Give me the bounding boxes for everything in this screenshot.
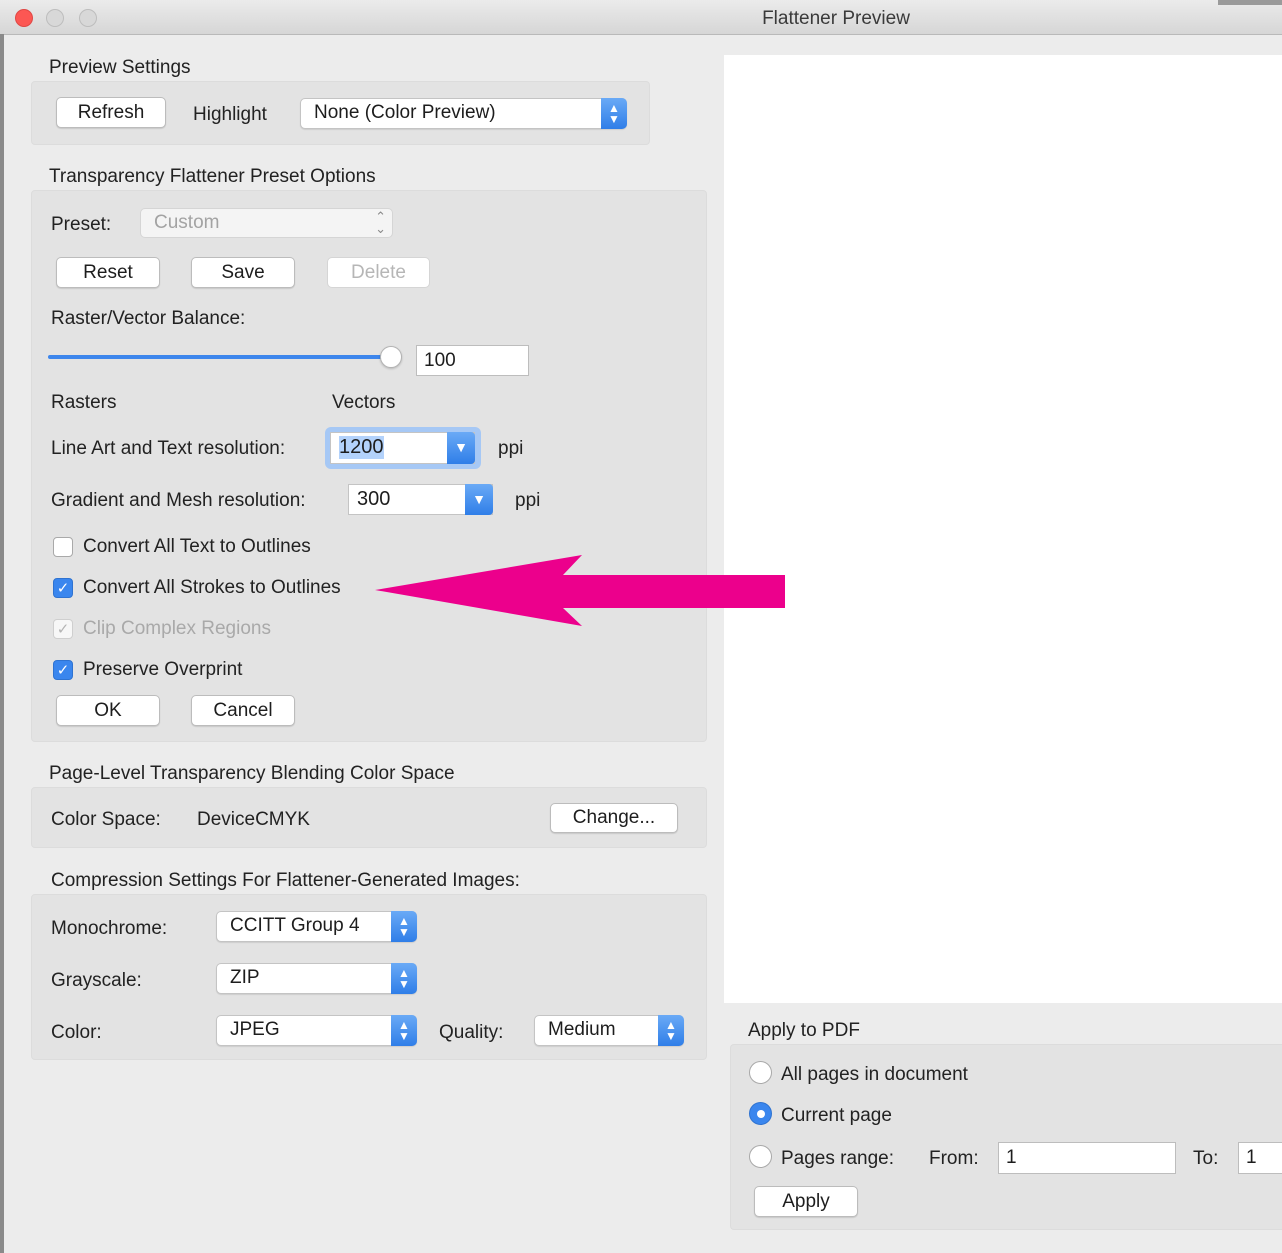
convert-strokes-label: Convert All Strokes to Outlines	[83, 577, 341, 598]
line-art-resolution-value: 1200	[339, 436, 384, 459]
color-compression-label: Color:	[51, 1022, 102, 1043]
preset-popup[interactable]: Custom ⌃ ⌄	[140, 208, 393, 238]
convert-text-label: Convert All Text to Outlines	[83, 536, 311, 557]
current-page-label: Current page	[781, 1105, 892, 1126]
monochrome-label: Monochrome:	[51, 918, 168, 939]
window-edge-strip	[1218, 0, 1282, 5]
chevron-down-icon[interactable]: ▼	[447, 432, 475, 464]
updown-chevron-icon: ▲ ▼	[658, 1015, 684, 1046]
convert-strokes-checkbox[interactable]: ✓	[53, 578, 73, 598]
from-page-value: 1	[1006, 1147, 1017, 1168]
grayscale-label: Grayscale:	[51, 970, 142, 991]
quality-value: Medium	[548, 1019, 616, 1040]
line-art-resolution-combo[interactable]: 1200 ▼	[330, 432, 475, 464]
pages-range-radio[interactable]	[749, 1145, 772, 1168]
all-pages-radio[interactable]	[749, 1061, 772, 1084]
checkmark-icon: ✓	[56, 662, 70, 679]
apply-button[interactable]: Apply	[754, 1186, 858, 1217]
monochrome-popup[interactable]: CCITT Group 4 ▲ ▼	[216, 911, 417, 942]
from-label: From:	[929, 1148, 979, 1169]
delete-button[interactable]: Delete	[327, 257, 430, 288]
preset-value: Custom	[154, 212, 220, 233]
checkmark-icon: ✓	[56, 580, 70, 597]
refresh-button[interactable]: Refresh	[56, 97, 166, 128]
preview-settings-title: Preview Settings	[49, 57, 191, 78]
to-label: To:	[1193, 1148, 1219, 1169]
preview-canvas[interactable]	[724, 55, 1282, 1003]
to-page-value: 1	[1246, 1147, 1257, 1168]
updown-chevron-icon: ▲ ▼	[391, 911, 417, 942]
highlight-label: Highlight	[193, 104, 267, 125]
from-page-field[interactable]: 1	[998, 1142, 1176, 1174]
clip-complex-checkbox[interactable]: ✓	[53, 619, 73, 639]
change-color-space-button[interactable]: Change...	[550, 803, 678, 833]
preset-options-title: Transparency Flattener Preset Options	[49, 166, 376, 187]
balance-value: 100	[424, 350, 456, 371]
clip-complex-label: Clip Complex Regions	[83, 618, 271, 639]
vectors-label: Vectors	[332, 392, 396, 413]
updown-chevron-icon: ▲ ▼	[391, 963, 417, 994]
gradient-resolution-label: Gradient and Mesh resolution:	[51, 490, 306, 511]
grayscale-value: ZIP	[230, 967, 260, 988]
checkmark-icon: ✓	[56, 621, 70, 638]
window-title: Flattener Preview	[762, 8, 910, 29]
balance-slider-knob[interactable]	[380, 346, 402, 368]
monochrome-value: CCITT Group 4	[230, 915, 360, 936]
preserve-overprint-checkbox[interactable]: ✓	[53, 660, 73, 680]
grayscale-popup[interactable]: ZIP ▲ ▼	[216, 963, 417, 994]
reset-button[interactable]: Reset	[56, 257, 160, 288]
color-space-section-title: Page-Level Transparency Blending Color S…	[49, 763, 455, 784]
cancel-button[interactable]: Cancel	[191, 695, 295, 726]
color-compression-popup[interactable]: JPEG ▲ ▼	[216, 1015, 417, 1046]
color-space-value: DeviceCMYK	[197, 809, 310, 830]
updown-chevron-icon: ▲ ▼	[391, 1015, 417, 1046]
balance-value-field[interactable]: 100	[416, 345, 529, 376]
all-pages-label: All pages in document	[781, 1064, 968, 1085]
ppi-unit-label: ppi	[515, 490, 541, 511]
preset-label: Preset:	[51, 214, 112, 235]
annotation-arrow-shape	[375, 555, 785, 626]
rasters-label: Rasters	[51, 392, 117, 413]
line-art-resolution-label: Line Art and Text resolution:	[51, 438, 286, 459]
gradient-resolution-combo[interactable]: 300 ▼	[348, 484, 493, 515]
ok-button[interactable]: OK	[56, 695, 160, 726]
gradient-resolution-value: 300	[357, 488, 391, 510]
raster-vector-balance-label: Raster/Vector Balance:	[51, 308, 246, 329]
apply-to-pdf-title: Apply to PDF	[748, 1020, 860, 1041]
save-button[interactable]: Save	[191, 257, 295, 288]
current-page-radio[interactable]	[749, 1102, 772, 1125]
highlight-value: None (Color Preview)	[314, 102, 496, 123]
window-left-edge	[0, 34, 4, 1253]
to-page-field[interactable]: 1	[1238, 1142, 1282, 1174]
pages-range-label: Pages range:	[781, 1148, 895, 1169]
balance-slider-track[interactable]	[48, 355, 394, 359]
annotation-arrow	[375, 555, 785, 626]
compression-section-title: Compression Settings For Flattener-Gener…	[51, 870, 520, 891]
color-compression-value: JPEG	[230, 1019, 280, 1040]
convert-text-checkbox[interactable]	[53, 537, 73, 557]
color-space-label: Color Space:	[51, 809, 161, 830]
ppi-unit-label: ppi	[498, 438, 524, 459]
updown-chevron-icon: ⌃ ⌄	[375, 209, 386, 236]
updown-chevron-icon: ▲ ▼	[601, 98, 627, 129]
quality-label: Quality:	[439, 1022, 504, 1043]
preserve-overprint-label: Preserve Overprint	[83, 659, 243, 680]
highlight-popup[interactable]: None (Color Preview) ▲ ▼	[300, 98, 627, 129]
quality-popup[interactable]: Medium ▲ ▼	[534, 1015, 684, 1046]
chevron-down-icon[interactable]: ▼	[465, 484, 493, 515]
